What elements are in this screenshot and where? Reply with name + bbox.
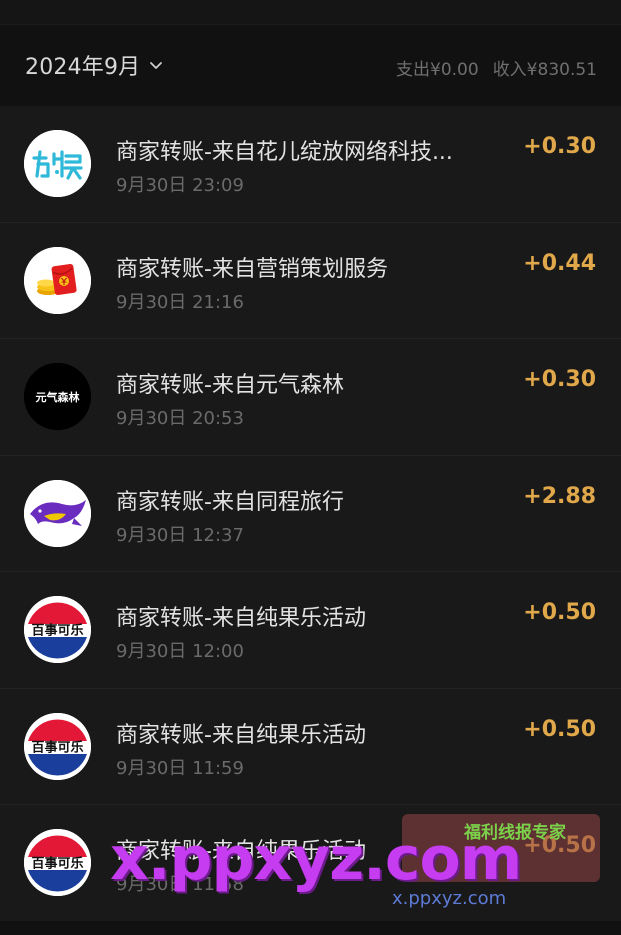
- transaction-title: 商家转账-来自营销策划服务: [116, 256, 388, 282]
- pepsi-logo-icon: 百事可乐: [24, 712, 91, 780]
- pepsi-logo-icon: 百事可乐: [24, 829, 91, 896]
- transaction-amount: +0.30: [523, 367, 596, 392]
- svg-text:百事可乐: 百事可乐: [31, 856, 83, 872]
- transaction-time: 9月30日 12:37: [116, 524, 244, 546]
- transaction-time: 9月30日 23:09: [116, 175, 244, 196]
- transaction-title: 商家转账-来自纯果乐活动: [116, 606, 366, 631]
- month-label: 2024年9月: [25, 55, 141, 80]
- transaction-row[interactable]: 商家转账-来自同程旅行 9月30日 12:37 +2.88: [0, 454, 621, 571]
- transaction-row[interactable]: 百事可乐 商家转账-来自纯果乐活动 9月30日 12:00 +0.50: [0, 571, 621, 688]
- transaction-row[interactable]: 百事可乐 商家转账-来自纯果乐活动 9月30日 11:59 +0.50: [0, 687, 621, 804]
- youyu-logo-icon: [24, 130, 91, 197]
- month-selector[interactable]: 2024年9月: [25, 49, 164, 81]
- transaction-amount: +2.88: [523, 483, 596, 509]
- transaction-amount: +0.50: [523, 716, 596, 742]
- transaction-title: 商家转账-来自花儿绽放网络科技...: [116, 140, 453, 165]
- transaction-amount: +0.44: [523, 250, 596, 276]
- transaction-row[interactable]: 商家转账-来自营销策划服务 9月30日 21:16 +0.44: [0, 221, 621, 338]
- month-totals: 支出¥0.00 收入¥830.51: [396, 55, 597, 80]
- svg-text:百事可乐: 百事可乐: [31, 623, 83, 639]
- svg-text:元气森林: 元气森林: [36, 390, 80, 404]
- transaction-list: 商家转账-来自花儿绽放网络科技... 9月30日 23:09 +0.30 商家转…: [0, 106, 621, 921]
- top-strip: [0, 0, 621, 25]
- svg-text:百事可乐: 百事可乐: [31, 739, 83, 755]
- pepsi-logo-icon: 百事可乐: [24, 596, 91, 663]
- month-summary-header: 2024年9月 支出¥0.00 收入¥830.51: [0, 25, 621, 106]
- transaction-amount: +0.30: [523, 134, 596, 159]
- transaction-time: 9月30日 20:53: [116, 408, 244, 429]
- transaction-amount: +0.50: [523, 600, 596, 625]
- red-envelope-icon: [24, 246, 91, 314]
- transaction-title: 商家转账-来自纯果乐活动: [116, 722, 366, 748]
- bill-list-screen: 2024年9月 支出¥0.00 收入¥830.51 商家转账-来自花儿绽放网络科…: [0, 0, 621, 935]
- transaction-title: 商家转账-来自同程旅行: [116, 489, 344, 515]
- transaction-row[interactable]: 百事可乐 商家转账-来自纯果乐活动 9月30日 11:58 +0.50: [0, 804, 621, 921]
- genki-forest-logo-icon: 元气森林: [24, 363, 91, 430]
- transaction-title: 商家转账-来自纯果乐活动: [116, 839, 366, 864]
- expense-total: 支出¥0.00: [396, 60, 479, 80]
- income-total: 收入¥830.51: [492, 60, 597, 80]
- transaction-time: 9月30日 12:00: [116, 641, 244, 662]
- transaction-title: 商家转账-来自元气森林: [116, 373, 344, 398]
- tongcheng-logo-icon: [24, 479, 91, 547]
- transaction-time: 9月30日 11:58: [116, 874, 244, 895]
- transaction-row[interactable]: 元气森林 商家转账-来自元气森林 9月30日 20:53 +0.30: [0, 338, 621, 455]
- transaction-row[interactable]: 商家转账-来自花儿绽放网络科技... 9月30日 23:09 +0.30: [0, 106, 621, 222]
- transaction-amount: +0.50: [523, 833, 596, 858]
- chevron-down-icon: [148, 57, 164, 73]
- transaction-time: 9月30日 11:59: [116, 757, 244, 779]
- transaction-time: 9月30日 21:16: [116, 291, 244, 313]
